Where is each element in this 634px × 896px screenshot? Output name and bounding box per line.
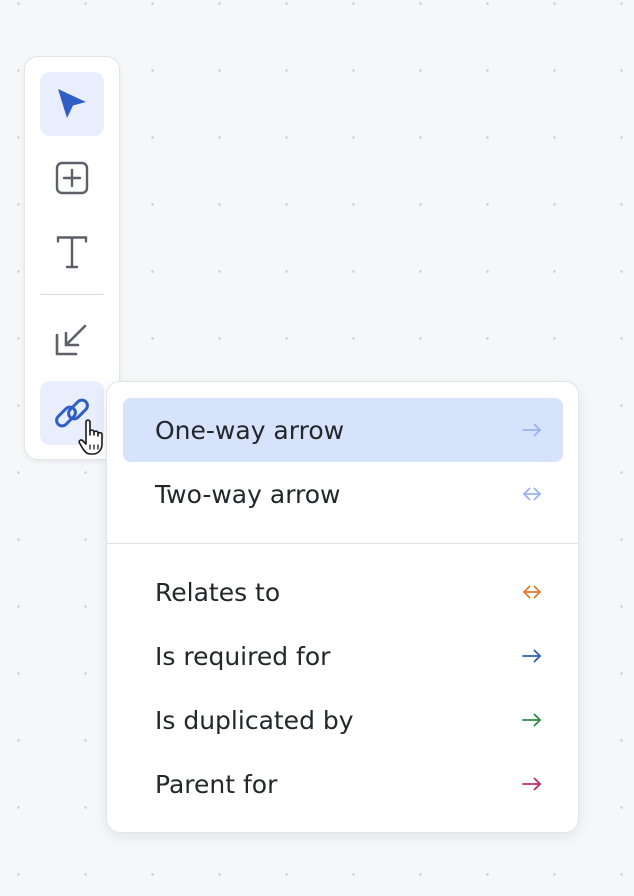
menu-item-two-way-arrow[interactable]: Two-way arrow (123, 462, 563, 526)
menu-item-is-duplicated-by[interactable]: Is duplicated by (123, 688, 563, 752)
select-tool-button[interactable] (40, 72, 104, 136)
arrow-left-right-icon (523, 585, 541, 599)
toolbar-divider (40, 294, 104, 295)
arrow-right-icon (522, 423, 541, 437)
arrow-left-right-icon (523, 487, 541, 501)
arrow-down-left-icon (55, 324, 87, 356)
menu-item-label: Is required for (155, 641, 331, 671)
text-tool-button[interactable] (40, 220, 104, 284)
link-type-menu: One-way arrow Two-way arrow Relates to I… (106, 381, 579, 833)
menu-item-label: Parent for (155, 769, 278, 799)
arrow-right-icon (522, 777, 541, 791)
add-element-tool-button[interactable] (40, 146, 104, 210)
arrow-right-icon (522, 713, 541, 727)
menu-item-one-way-arrow[interactable]: One-way arrow (123, 398, 563, 462)
collapse-tool-button[interactable] (40, 307, 104, 371)
plus-square-icon (55, 161, 89, 195)
text-t-icon (56, 236, 88, 269)
menu-item-is-required-for[interactable]: Is required for (123, 624, 563, 688)
arrow-right-icon (522, 649, 541, 663)
cursor-arrow-icon (58, 89, 86, 118)
menu-item-label: Two-way arrow (155, 479, 341, 509)
menu-item-parent-for[interactable]: Parent for (123, 752, 563, 816)
menu-item-relates-to[interactable]: Relates to (123, 560, 563, 624)
menu-divider (107, 543, 578, 544)
menu-item-label: Relates to (155, 577, 281, 607)
menu-item-label: One-way arrow (155, 415, 345, 445)
menu-item-label: Is duplicated by (155, 705, 354, 735)
